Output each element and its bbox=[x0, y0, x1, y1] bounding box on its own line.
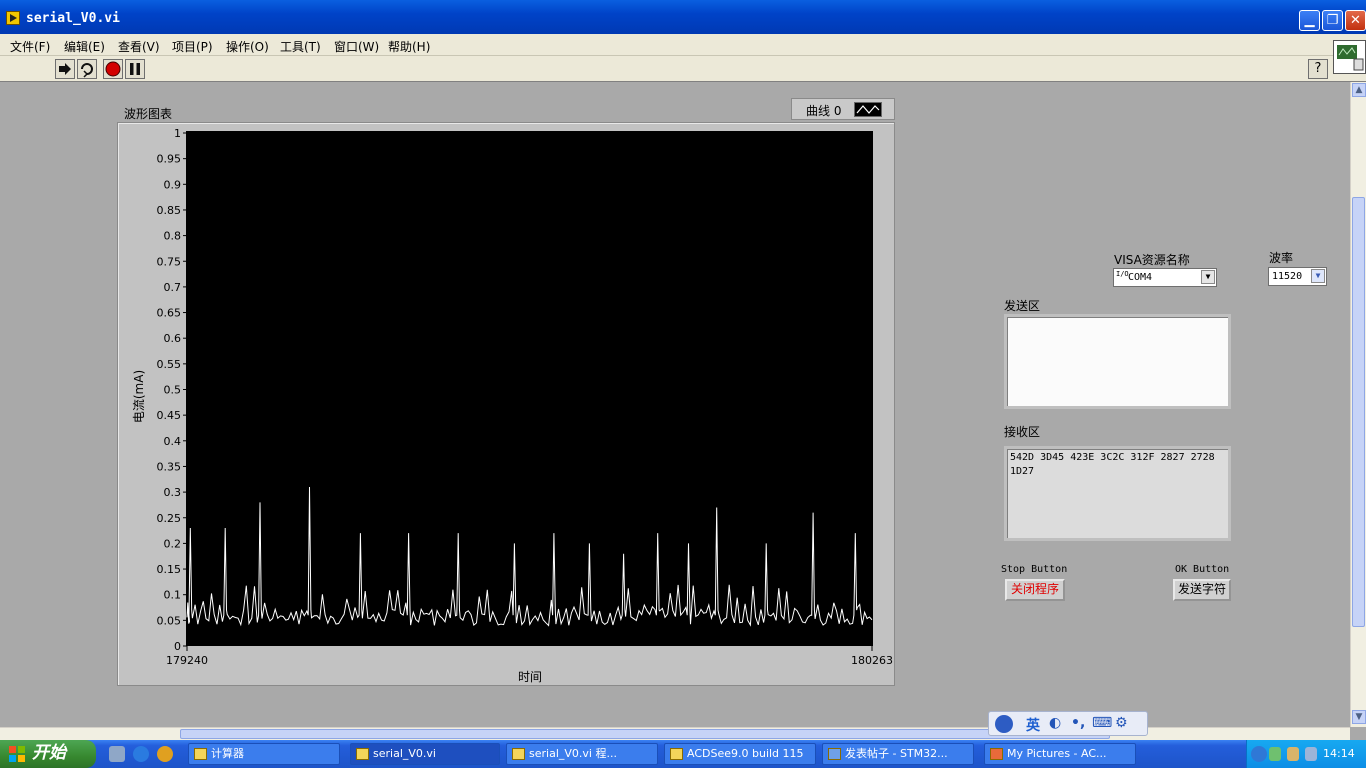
task-forum-post[interactable]: 发表帖子 - STM32... bbox=[822, 743, 974, 765]
soft-keyboard-icon[interactable]: ⌨ bbox=[1092, 715, 1112, 731]
vertical-scroll-thumb[interactable] bbox=[1352, 197, 1365, 627]
tray-volume-icon[interactable] bbox=[1305, 747, 1317, 761]
toolbar: ? bbox=[0, 56, 1366, 82]
system-tray: 14:14 bbox=[1246, 740, 1366, 768]
send-area-input[interactable] bbox=[1004, 314, 1231, 409]
chart-label: 波形图表 bbox=[124, 107, 173, 121]
ime-mode-indicator[interactable]: 英 bbox=[1026, 715, 1040, 735]
vi-connector-icon bbox=[1333, 40, 1366, 74]
run-continuously-icon[interactable] bbox=[77, 59, 97, 79]
baud-rate-value: 11520 bbox=[1272, 271, 1303, 282]
vertical-scrollbar[interactable]: ▲ ▼ bbox=[1350, 82, 1366, 727]
close-button[interactable]: ✕ bbox=[1345, 10, 1366, 31]
task-label: 计算器 bbox=[211, 747, 244, 760]
clock: 14:14 bbox=[1323, 747, 1355, 760]
tray-network-icon[interactable] bbox=[1269, 747, 1281, 761]
title-bar[interactable]: serial_V0.vi ▁ ❐ ✕ bbox=[0, 0, 1366, 34]
send-char-button[interactable]: 发送字符 bbox=[1173, 579, 1231, 601]
ime-logo-icon[interactable] bbox=[995, 715, 1013, 733]
task-acdsee[interactable]: ACDSee9.0 build 115 bbox=[664, 743, 816, 765]
ime-punctuation-icon[interactable]: •, bbox=[1071, 715, 1085, 731]
visa-resource-value: COM4 bbox=[1128, 272, 1153, 283]
labview-icon bbox=[512, 748, 525, 760]
visa-resource-control[interactable]: I/O COM4 ▼ bbox=[1113, 268, 1217, 287]
task-calculator[interactable]: 计算器 bbox=[188, 743, 340, 765]
labview-vi-icon bbox=[6, 11, 20, 25]
windows-logo-icon bbox=[9, 746, 25, 762]
menu-operate[interactable]: 操作(O) bbox=[226, 38, 269, 55]
task-serial-vi[interactable]: serial_V0.vi bbox=[350, 743, 500, 765]
send-area-label: 发送区 bbox=[1004, 299, 1041, 313]
task-label: My Pictures - AC... bbox=[1007, 747, 1107, 760]
start-label: 开始 bbox=[32, 743, 66, 763]
minimize-button[interactable]: ▁ bbox=[1299, 10, 1320, 31]
scroll-down-icon[interactable]: ▼ bbox=[1352, 710, 1366, 724]
window-title: serial_V0.vi bbox=[26, 11, 120, 26]
chevron-down-icon[interactable]: ▼ bbox=[1311, 269, 1325, 283]
task-serial-vi-diagram[interactable]: serial_V0.vi 程... bbox=[506, 743, 658, 765]
context-help-button[interactable]: ? bbox=[1308, 59, 1328, 79]
stop-button-caption: Stop Button bbox=[1001, 564, 1068, 575]
menu-file[interactable]: 文件(F) bbox=[10, 38, 50, 55]
legend-label: 曲线 0 bbox=[806, 104, 842, 118]
receive-area-output: 542D 3D45 423E 3C2C 312F 2827 2728 1D27 bbox=[1004, 446, 1231, 541]
x-axis-label: 时间 bbox=[518, 670, 543, 684]
legend-swatch bbox=[854, 102, 882, 117]
menu-tools[interactable]: 工具(T) bbox=[280, 38, 321, 55]
abort-execution-icon[interactable] bbox=[103, 59, 123, 79]
menu-help[interactable]: 帮助(H) bbox=[388, 38, 430, 55]
quicklaunch-ie-icon[interactable] bbox=[133, 746, 149, 762]
baud-rate-control[interactable]: 11520 ▼ bbox=[1268, 267, 1327, 286]
receive-area-label: 接收区 bbox=[1004, 425, 1041, 439]
acdsee-icon bbox=[670, 748, 683, 760]
quicklaunch-browser-icon[interactable] bbox=[157, 746, 173, 762]
ime-settings-gear-icon[interactable]: ⚙ bbox=[1115, 715, 1128, 731]
baud-rate-label: 波率 bbox=[1269, 251, 1294, 265]
browser-icon bbox=[828, 748, 841, 760]
visa-resource-label: VISA资源名称 bbox=[1114, 253, 1190, 267]
plot-area[interactable] bbox=[186, 131, 873, 646]
y-axis-label: 电流(mA) bbox=[132, 369, 147, 424]
menu-project[interactable]: 项目(P) bbox=[172, 38, 213, 55]
horizontal-scroll-thumb[interactable] bbox=[180, 729, 1110, 739]
chevron-down-icon[interactable]: ▼ bbox=[1201, 270, 1215, 284]
run-arrow-icon[interactable] bbox=[55, 59, 75, 79]
start-button[interactable]: 开始 bbox=[0, 740, 96, 768]
ime-toolbar[interactable]: 英 ◐ •, ⌨ ⚙ bbox=[988, 711, 1148, 736]
maximize-button[interactable]: ❐ bbox=[1322, 10, 1343, 31]
task-label: serial_V0.vi bbox=[373, 747, 436, 760]
taskbar: 开始 计算器 serial_V0.vi serial_V0.vi 程... AC… bbox=[0, 740, 1366, 768]
tray-ime-icon[interactable] bbox=[1287, 747, 1299, 761]
task-label: 发表帖子 - STM32... bbox=[845, 747, 948, 760]
ime-fullwidth-icon[interactable]: ◐ bbox=[1049, 715, 1061, 731]
ok-button-caption: OK Button bbox=[1175, 564, 1230, 575]
menu-view[interactable]: 查看(V) bbox=[118, 38, 160, 55]
pause-icon[interactable] bbox=[125, 59, 145, 79]
io-icon: I/O bbox=[1116, 270, 1129, 278]
plot-legend[interactable]: 曲线 0 bbox=[791, 98, 895, 120]
calculator-icon bbox=[194, 748, 207, 760]
scroll-up-icon[interactable]: ▲ bbox=[1352, 83, 1366, 97]
quicklaunch-desktop-icon[interactable] bbox=[109, 746, 125, 762]
task-label: serial_V0.vi 程... bbox=[529, 747, 617, 760]
menu-edit[interactable]: 编辑(E) bbox=[64, 38, 105, 55]
stop-program-button[interactable]: 关闭程序 bbox=[1005, 579, 1065, 601]
acdsee-folder-icon bbox=[990, 748, 1003, 760]
menu-window[interactable]: 窗口(W) bbox=[334, 38, 379, 55]
labview-icon bbox=[356, 748, 369, 760]
task-label: ACDSee9.0 build 115 bbox=[687, 747, 804, 760]
menu-bar: 文件(F) 编辑(E) 查看(V) 项目(P) 操作(O) 工具(T) 窗口(W… bbox=[0, 34, 1366, 56]
task-my-pictures[interactable]: My Pictures - AC... bbox=[984, 743, 1136, 765]
tray-arrow-icon[interactable] bbox=[1251, 746, 1267, 762]
